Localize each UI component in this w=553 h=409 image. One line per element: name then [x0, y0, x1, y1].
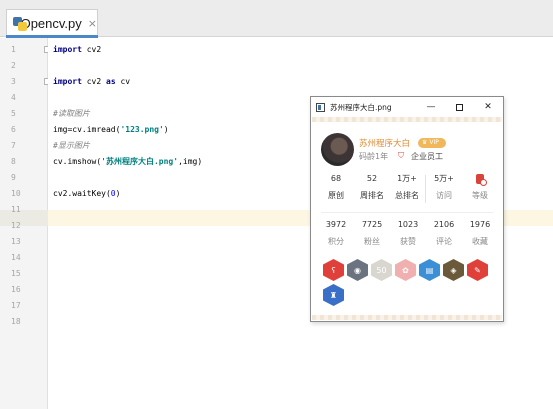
- fifty-badge-icon[interactable]: 50: [371, 259, 392, 281]
- line-number: 13: [11, 237, 21, 246]
- maximize-icon: [455, 103, 463, 111]
- line-number: 11: [11, 205, 21, 214]
- stat-likes: 1023 获赞: [397, 220, 419, 246]
- line-number: 12: [11, 221, 21, 230]
- tab-opencv-py[interactable]: Opencv.py ×: [6, 9, 98, 38]
- line-number: 1: [11, 45, 16, 54]
- hexagon-badge-icon[interactable]: ◈: [443, 259, 464, 281]
- github-badge-icon[interactable]: ◉: [347, 259, 368, 281]
- stat-weekly-rank: 52 周排名: [360, 174, 384, 200]
- bear-badge-icon[interactable]: ʕ: [323, 259, 344, 281]
- maximize-button[interactable]: [451, 99, 467, 115]
- shield-badge-icon[interactable]: ♜: [323, 284, 344, 306]
- line-number: 18: [11, 317, 21, 326]
- line-number: 16: [11, 285, 21, 294]
- code-line-6: img=cv.imread('123.png'): [53, 125, 169, 134]
- code-line-3: import cv2 as cv: [53, 77, 131, 86]
- coding-age: 码龄1年: [359, 152, 389, 161]
- line-number: 8: [11, 157, 16, 166]
- stat-original: 68 原创: [328, 174, 344, 200]
- code-line-1: import cv2: [53, 45, 102, 54]
- avatar: [321, 133, 354, 166]
- stat-comments: 2106 评论: [433, 220, 455, 246]
- code-line-10: cv2.waitKey(0): [53, 189, 121, 198]
- pen-badge-icon[interactable]: ✎: [467, 259, 488, 281]
- code-line-5: #读取图片: [53, 109, 90, 118]
- image-preview-window[interactable]: 苏州程序大白.png — ✕ 苏州程序大白 VIP 码龄1年 ⛉ 企业员工 68…: [310, 96, 504, 322]
- stats-divider: [425, 175, 426, 203]
- code-line-8: cv.imshow('苏州程序大白.png',img): [53, 157, 203, 166]
- close-button[interactable]: ✕: [480, 99, 496, 115]
- profile-name: 苏州程序大白: [359, 139, 411, 149]
- stat-total-rank: 1万+ 总排名: [395, 174, 419, 200]
- enterprise-label: 企业员工: [411, 152, 443, 161]
- tab-label: Opencv.py: [20, 16, 82, 31]
- line-number-gutter: 1 2 3 4 5 6 7 8 9 10 11 12 13 14 15 16 1…: [0, 38, 51, 409]
- line-number: 5: [11, 109, 16, 118]
- line-number: 9: [11, 173, 16, 182]
- line-number: 4: [11, 93, 16, 102]
- line-number: 3: [11, 77, 16, 86]
- vip-badge: VIP: [418, 138, 446, 148]
- window-title-bar[interactable]: 苏州程序大白.png: [311, 97, 503, 117]
- stat-fans: 7725 粉丝: [361, 220, 383, 246]
- python-file-icon: [13, 16, 27, 31]
- close-icon[interactable]: ×: [88, 17, 97, 30]
- stats-separator: [321, 212, 493, 213]
- stat-visits: 5万+ 访问: [434, 174, 454, 200]
- book-badge-icon[interactable]: ▤: [419, 259, 440, 281]
- line-number: 15: [11, 269, 21, 278]
- decorative-stripe-bottom: [312, 315, 502, 320]
- enterprise-shield-icon: ⛉: [398, 151, 404, 160]
- line-number: 10: [11, 189, 21, 198]
- line-number: 14: [11, 253, 21, 262]
- line-number: 7: [11, 141, 16, 150]
- window-app-icon: [316, 102, 325, 112]
- decorative-stripe-top: [312, 117, 502, 122]
- line-number: 2: [11, 61, 16, 70]
- level-icon: [474, 173, 487, 186]
- mascot-badge-icon[interactable]: ✿: [395, 259, 416, 281]
- line-number: 17: [11, 301, 21, 310]
- stat-favorites: 1976 收藏: [469, 220, 491, 246]
- code-line-7: #显示图片: [53, 141, 90, 150]
- line-number: 6: [11, 125, 16, 134]
- editor-tab-bar: Opencv.py ×: [0, 0, 553, 38]
- minimize-button[interactable]: —: [423, 99, 439, 115]
- stat-points: 3972 积分: [325, 220, 347, 246]
- stat-level: 等级: [463, 173, 497, 202]
